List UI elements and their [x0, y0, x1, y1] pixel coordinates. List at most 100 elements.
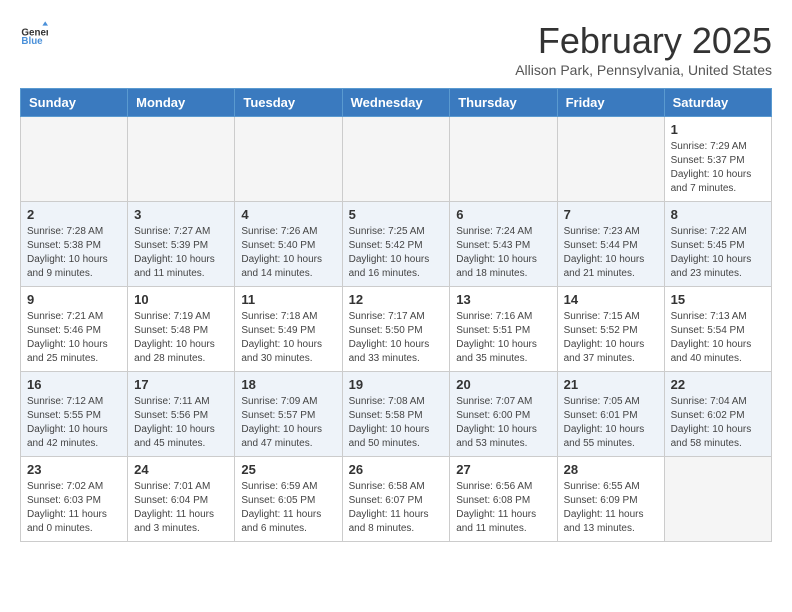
calendar-day: 24 Sunrise: 7:01 AM Sunset: 6:04 PM Dayli…	[128, 457, 235, 542]
calendar-day: 28 Sunrise: 6:55 AM Sunset: 6:09 PM Dayli…	[557, 457, 664, 542]
weekday-header-sunday: Sunday	[21, 89, 128, 117]
day-number: 21	[564, 377, 658, 392]
calendar-day: 20 Sunrise: 7:07 AM Sunset: 6:00 PM Dayli…	[450, 372, 557, 457]
calendar-day: 15 Sunrise: 7:13 AM Sunset: 5:54 PM Dayli…	[664, 287, 771, 372]
day-number: 22	[671, 377, 765, 392]
calendar-day	[342, 117, 450, 202]
day-info: Sunrise: 7:24 AM Sunset: 5:43 PM Dayligh…	[456, 225, 550, 281]
calendar-day	[235, 117, 342, 202]
calendar-day: 9 Sunrise: 7:21 AM Sunset: 5:46 PM Daylig…	[21, 287, 128, 372]
day-info: Sunrise: 7:08 AM Sunset: 5:58 PM Dayligh…	[349, 395, 444, 451]
calendar-day: 26Sunrise: 6:58 AM Sunset: 6:07 PM Dayli…	[342, 457, 450, 542]
calendar-day: 8 Sunrise: 7:22 AM Sunset: 5:45 PM Daylig…	[664, 202, 771, 287]
day-info: Sunrise: 7:13 AM Sunset: 5:54 PM Dayligh…	[671, 310, 765, 366]
day-number: 26	[349, 462, 444, 477]
calendar-day	[557, 117, 664, 202]
day-number: 13	[456, 292, 550, 307]
day-number: 15	[671, 292, 765, 307]
day-number: 5	[349, 207, 444, 222]
logo-icon: General Blue	[20, 20, 48, 48]
day-info: Sunrise: 7:15 AM Sunset: 5:52 PM Dayligh…	[564, 310, 658, 366]
calendar-day: 11 Sunrise: 7:18 AM Sunset: 5:49 PM Dayli…	[235, 287, 342, 372]
title-block: February 2025 Allison Park, Pennsylvania…	[515, 20, 772, 78]
day-info: Sunrise: 7:01 AM Sunset: 6:04 PM Dayligh…	[134, 480, 228, 536]
weekday-header-tuesday: Tuesday	[235, 89, 342, 117]
day-info: Sunrise: 7:23 AM Sunset: 5:44 PM Dayligh…	[564, 225, 658, 281]
day-number: 7	[564, 207, 658, 222]
weekday-header-saturday: Saturday	[664, 89, 771, 117]
day-info: Sunrise: 6:56 AM Sunset: 6:08 PM Dayligh…	[456, 480, 550, 536]
calendar-day: 22 Sunrise: 7:04 AM Sunset: 6:02 PM Dayli…	[664, 372, 771, 457]
day-number: 8	[671, 207, 765, 222]
weekday-header-row: SundayMondayTuesdayWednesdayThursdayFrid…	[21, 89, 772, 117]
day-info: Sunrise: 7:09 AM Sunset: 5:57 PM Dayligh…	[241, 395, 335, 451]
calendar-day: 27 Sunrise: 6:56 AM Sunset: 6:08 PM Dayli…	[450, 457, 557, 542]
day-info: Sunrise: 7:12 AM Sunset: 5:55 PM Dayligh…	[27, 395, 121, 451]
day-info: Sunrise: 7:11 AM Sunset: 5:56 PM Dayligh…	[134, 395, 228, 451]
day-info: Sunrise: 7:26 AM Sunset: 5:40 PM Dayligh…	[241, 225, 335, 281]
month-title: February 2025	[515, 20, 772, 62]
day-info: Sunrise: 6:55 AM Sunset: 6:09 PM Dayligh…	[564, 480, 658, 536]
day-number: 1	[671, 122, 765, 137]
day-info: Sunrise: 7:21 AM Sunset: 5:46 PM Dayligh…	[27, 310, 121, 366]
day-number: 4	[241, 207, 335, 222]
day-number: 19	[349, 377, 444, 392]
weekday-header-monday: Monday	[128, 89, 235, 117]
calendar-week-row: 1 Sunrise: 7:29 AM Sunset: 5:37 PM Daylig…	[21, 117, 772, 202]
day-info: Sunrise: 7:19 AM Sunset: 5:48 PM Dayligh…	[134, 310, 228, 366]
weekday-header-wednesday: Wednesday	[342, 89, 450, 117]
calendar-day: 6Sunrise: 7:24 AM Sunset: 5:43 PM Daylig…	[450, 202, 557, 287]
calendar-day: 3 Sunrise: 7:27 AM Sunset: 5:39 PM Daylig…	[128, 202, 235, 287]
day-number: 2	[27, 207, 121, 222]
calendar-day	[450, 117, 557, 202]
day-info: Sunrise: 7:28 AM Sunset: 5:38 PM Dayligh…	[27, 225, 121, 281]
day-info: Sunrise: 7:18 AM Sunset: 5:49 PM Dayligh…	[241, 310, 335, 366]
calendar-day: 2 Sunrise: 7:28 AM Sunset: 5:38 PM Daylig…	[21, 202, 128, 287]
calendar-day	[128, 117, 235, 202]
day-number: 24	[134, 462, 228, 477]
day-number: 25	[241, 462, 335, 477]
day-number: 3	[134, 207, 228, 222]
day-info: Sunrise: 7:04 AM Sunset: 6:02 PM Dayligh…	[671, 395, 765, 451]
calendar-day: 16 Sunrise: 7:12 AM Sunset: 5:55 PM Dayli…	[21, 372, 128, 457]
calendar-day	[664, 457, 771, 542]
calendar-week-row: 2 Sunrise: 7:28 AM Sunset: 5:38 PM Daylig…	[21, 202, 772, 287]
day-info: Sunrise: 7:29 AM Sunset: 5:37 PM Dayligh…	[671, 140, 765, 196]
day-number: 16	[27, 377, 121, 392]
calendar-day	[21, 117, 128, 202]
day-number: 17	[134, 377, 228, 392]
day-info: Sunrise: 7:27 AM Sunset: 5:39 PM Dayligh…	[134, 225, 228, 281]
calendar-day: 21 Sunrise: 7:05 AM Sunset: 6:01 PM Dayli…	[557, 372, 664, 457]
calendar-day: 1 Sunrise: 7:29 AM Sunset: 5:37 PM Daylig…	[664, 117, 771, 202]
weekday-header-thursday: Thursday	[450, 89, 557, 117]
calendar-day: 25Sunrise: 6:59 AM Sunset: 6:05 PM Dayli…	[235, 457, 342, 542]
day-number: 11	[241, 292, 335, 307]
calendar-day: 18 Sunrise: 7:09 AM Sunset: 5:57 PM Dayli…	[235, 372, 342, 457]
day-number: 9	[27, 292, 121, 307]
day-number: 18	[241, 377, 335, 392]
page-header: General Blue February 2025 Allison Park,…	[20, 20, 772, 78]
svg-text:Blue: Blue	[21, 36, 43, 47]
day-info: Sunrise: 7:05 AM Sunset: 6:01 PM Dayligh…	[564, 395, 658, 451]
calendar-day: 7 Sunrise: 7:23 AM Sunset: 5:44 PM Daylig…	[557, 202, 664, 287]
location: Allison Park, Pennsylvania, United State…	[515, 62, 772, 78]
day-info: Sunrise: 7:25 AM Sunset: 5:42 PM Dayligh…	[349, 225, 444, 281]
calendar-day: 14Sunrise: 7:15 AM Sunset: 5:52 PM Dayli…	[557, 287, 664, 372]
calendar-day: 23Sunrise: 7:02 AM Sunset: 6:03 PM Dayli…	[21, 457, 128, 542]
day-number: 20	[456, 377, 550, 392]
calendar-day: 10 Sunrise: 7:19 AM Sunset: 5:48 PM Dayli…	[128, 287, 235, 372]
calendar-week-row: 23Sunrise: 7:02 AM Sunset: 6:03 PM Dayli…	[21, 457, 772, 542]
day-info: Sunrise: 7:17 AM Sunset: 5:50 PM Dayligh…	[349, 310, 444, 366]
day-number: 10	[134, 292, 228, 307]
day-info: Sunrise: 7:07 AM Sunset: 6:00 PM Dayligh…	[456, 395, 550, 451]
day-info: Sunrise: 7:22 AM Sunset: 5:45 PM Dayligh…	[671, 225, 765, 281]
calendar-day: 4 Sunrise: 7:26 AM Sunset: 5:40 PM Daylig…	[235, 202, 342, 287]
day-number: 12	[349, 292, 444, 307]
calendar-day: 5 Sunrise: 7:25 AM Sunset: 5:42 PM Daylig…	[342, 202, 450, 287]
calendar-day: 12 Sunrise: 7:17 AM Sunset: 5:50 PM Dayli…	[342, 287, 450, 372]
day-number: 28	[564, 462, 658, 477]
day-number: 27	[456, 462, 550, 477]
calendar-week-row: 16 Sunrise: 7:12 AM Sunset: 5:55 PM Dayli…	[21, 372, 772, 457]
day-info: Sunrise: 7:02 AM Sunset: 6:03 PM Dayligh…	[27, 480, 121, 536]
day-info: Sunrise: 7:16 AM Sunset: 5:51 PM Dayligh…	[456, 310, 550, 366]
